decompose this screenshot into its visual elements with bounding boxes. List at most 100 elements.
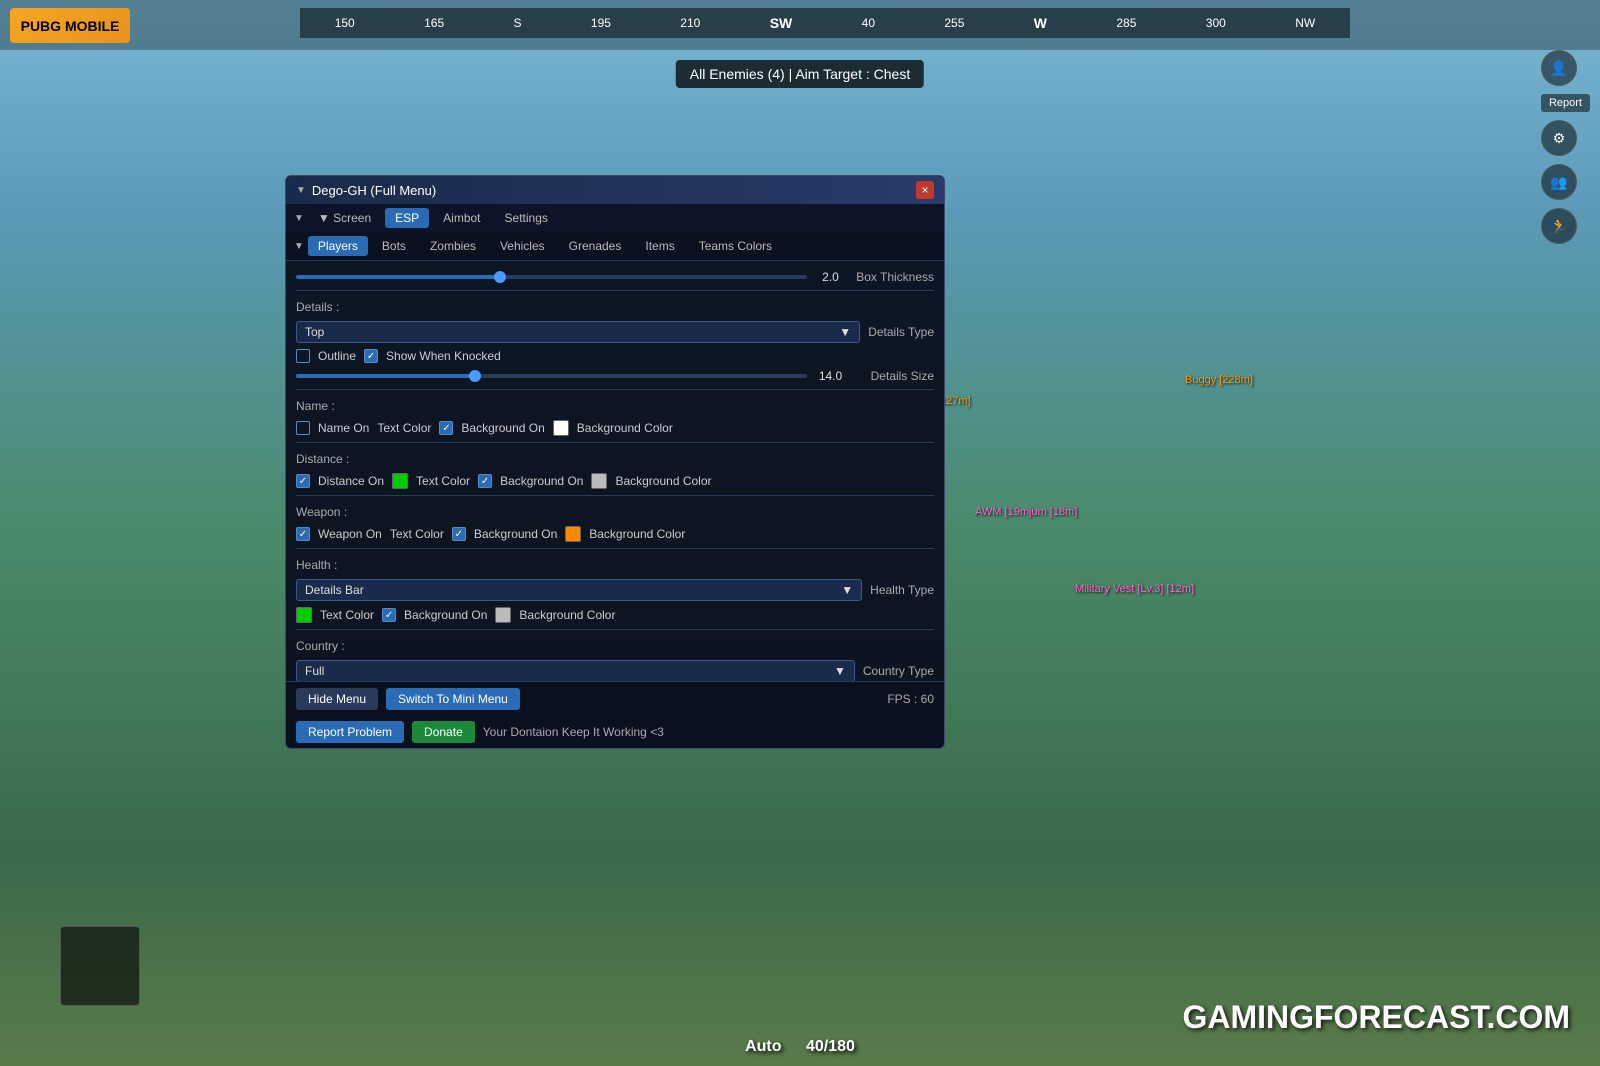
compass-bar: 150 165 S 195 210 SW 40 255 W 285 300 NW [300, 8, 1350, 38]
health-bg-color-label: Background Color [519, 608, 615, 622]
tab-aimbot[interactable]: Aimbot [433, 208, 490, 228]
donate-button[interactable]: Donate [412, 721, 475, 743]
distance-on-label: Distance On [318, 474, 384, 488]
tab-esp[interactable]: ESP [385, 208, 429, 228]
subtab-zombies[interactable]: Zombies [420, 236, 486, 256]
subtab-vehicles[interactable]: Vehicles [490, 236, 555, 256]
hide-menu-button[interactable]: Hide Menu [296, 688, 378, 710]
subtab-teams-colors[interactable]: Teams Colors [689, 236, 782, 256]
pubg-logo: PUBG MOBILE [10, 8, 130, 43]
distance-section-label: Distance : [296, 446, 934, 470]
country-type-dropdown[interactable]: Full ▼ [296, 660, 855, 681]
enemies-tooltip: All Enemies (4) | Aim Target : Chest [676, 60, 924, 88]
main-panel: ▼ Dego-GH (Full Menu) × ▼ ▼ Screen ESP A… [285, 175, 945, 749]
profile-icon[interactable]: 👤 [1541, 50, 1577, 86]
panel-footer2: Report Problem Donate Your Dontaion Keep… [286, 716, 944, 748]
outline-label: Outline [318, 349, 356, 363]
health-dropdown-row: Details Bar ▼ Health Type [296, 576, 934, 604]
health-bg-color-swatch[interactable] [495, 607, 511, 623]
watermark: GAMINGFORECAST.COM [1182, 999, 1570, 1036]
country-section-label: Country : [296, 633, 934, 657]
show-when-knocked-label: Show When Knocked [386, 349, 501, 363]
health-bg-on-label: Background On [404, 608, 487, 622]
weapon-bg-color-swatch[interactable] [565, 526, 581, 542]
close-button[interactable]: × [916, 181, 934, 199]
distance-on-checkbox[interactable] [296, 474, 310, 488]
team-icon[interactable]: 👥 [1541, 164, 1577, 200]
distance-bg-color-label: Background Color [615, 474, 711, 488]
name-bg-color-swatch[interactable] [553, 420, 569, 436]
details-size-value: 14.0 [813, 369, 848, 383]
country-type-label: Country Type [863, 664, 934, 678]
health-bg-on-checkbox[interactable] [382, 608, 396, 622]
collapse-icon[interactable]: ▼ [296, 185, 306, 196]
run-icon[interactable]: 🏃 [1541, 208, 1577, 244]
details-size-slider[interactable] [296, 374, 807, 378]
name-bg-on-label: Background On [461, 421, 544, 435]
health-text-color-swatch[interactable] [296, 607, 312, 623]
health-type-dropdown[interactable]: Details Bar ▼ [296, 579, 862, 601]
show-when-knocked-checkbox[interactable] [364, 349, 378, 363]
awm-label: AWM [19mjum [18m] [975, 506, 1077, 518]
distance-text-color-label: Text Color [416, 474, 470, 488]
sub-tab-row: ▼ Players Bots Zombies Vehicles Grenades… [286, 232, 944, 261]
details-size-label: Details Size [854, 369, 934, 383]
weapon-text-color-label: Text Color [390, 527, 444, 541]
name-text-color-label: Text Color [377, 421, 431, 435]
details-dropdown-row: Top ▼ Details Type [296, 318, 934, 346]
name-bg-on-checkbox[interactable] [439, 421, 453, 435]
sep2 [296, 389, 934, 390]
weapon-options-row: Weapon On Text Color Background On Backg… [296, 523, 934, 545]
name-options-row: Name On Text Color Background On Backgro… [296, 417, 934, 439]
distance-bg-on-checkbox[interactable] [478, 474, 492, 488]
weapon-on-label: Weapon On [318, 527, 382, 541]
tab-screen[interactable]: ▼ Screen [308, 208, 381, 228]
tab-settings[interactable]: Settings [495, 208, 558, 228]
details-size-row: 14.0 Details Size [296, 366, 934, 386]
hud-top: PUBG MOBILE 150 165 S 195 210 SW 40 255 … [0, 0, 1600, 50]
distance-bg-color-swatch[interactable] [591, 473, 607, 489]
name-on-label: Name On [318, 421, 369, 435]
subtab-players[interactable]: Players [308, 236, 368, 256]
panel-content: 2.0 Box Thickness Details : Top ▼ Detail… [286, 261, 944, 681]
weapon-bg-color-label: Background Color [589, 527, 685, 541]
subtab-bots[interactable]: Bots [372, 236, 416, 256]
subtab-grenades[interactable]: Grenades [559, 236, 632, 256]
settings-hud-icon[interactable]: ⚙ [1541, 120, 1577, 156]
weapon-section-label: Weapon : [296, 499, 934, 523]
weapon-bg-on-label: Background On [474, 527, 557, 541]
health-section-label: Health : [296, 552, 934, 576]
health-text-color-label: Text Color [320, 608, 374, 622]
report-hud-button[interactable]: Report [1541, 94, 1590, 112]
outline-checkbox[interactable] [296, 349, 310, 363]
panel-title: Dego-GH (Full Menu) [312, 183, 436, 198]
health-type-label: Health Type [870, 583, 934, 597]
sep1 [296, 290, 934, 291]
titlebar-left: ▼ Dego-GH (Full Menu) [296, 183, 436, 198]
sep3 [296, 442, 934, 443]
box-thickness-slider[interactable] [296, 275, 807, 279]
buggy-label: Buggy [228m] [1185, 374, 1253, 386]
name-on-checkbox[interactable] [296, 421, 310, 435]
weapon-on-checkbox[interactable] [296, 527, 310, 541]
sep5 [296, 548, 934, 549]
details-section-label: Details : [296, 294, 934, 318]
sep6 [296, 629, 934, 630]
sep4 [296, 495, 934, 496]
name-section-label: Name : [296, 393, 934, 417]
switch-to-mini-menu-button[interactable]: Switch To Mini Menu [386, 688, 520, 710]
details-type-label: Details Type [868, 325, 934, 339]
subtab-items[interactable]: Items [635, 236, 684, 256]
details-type-dropdown[interactable]: Top ▼ [296, 321, 860, 343]
panel-footer: Hide Menu Switch To Mini Menu FPS : 60 [286, 681, 944, 716]
distance-options-row: Distance On Text Color Background On Bac… [296, 470, 934, 492]
country-dropdown-row: Full ▼ Country Type [296, 657, 934, 681]
donate-message: Your Dontaion Keep It Working <3 [483, 725, 664, 739]
weapon-bg-on-checkbox[interactable] [452, 527, 466, 541]
vest-label: Military Vest [Lv.3] [12m] [1075, 583, 1194, 595]
mini-map [60, 926, 140, 1006]
main-tab-row: ▼ ▼ Screen ESP Aimbot Settings [286, 204, 944, 232]
distance-text-color-swatch[interactable] [392, 473, 408, 489]
report-problem-button[interactable]: Report Problem [296, 721, 404, 743]
ammo-bar: Auto 40/180 [745, 1038, 855, 1056]
